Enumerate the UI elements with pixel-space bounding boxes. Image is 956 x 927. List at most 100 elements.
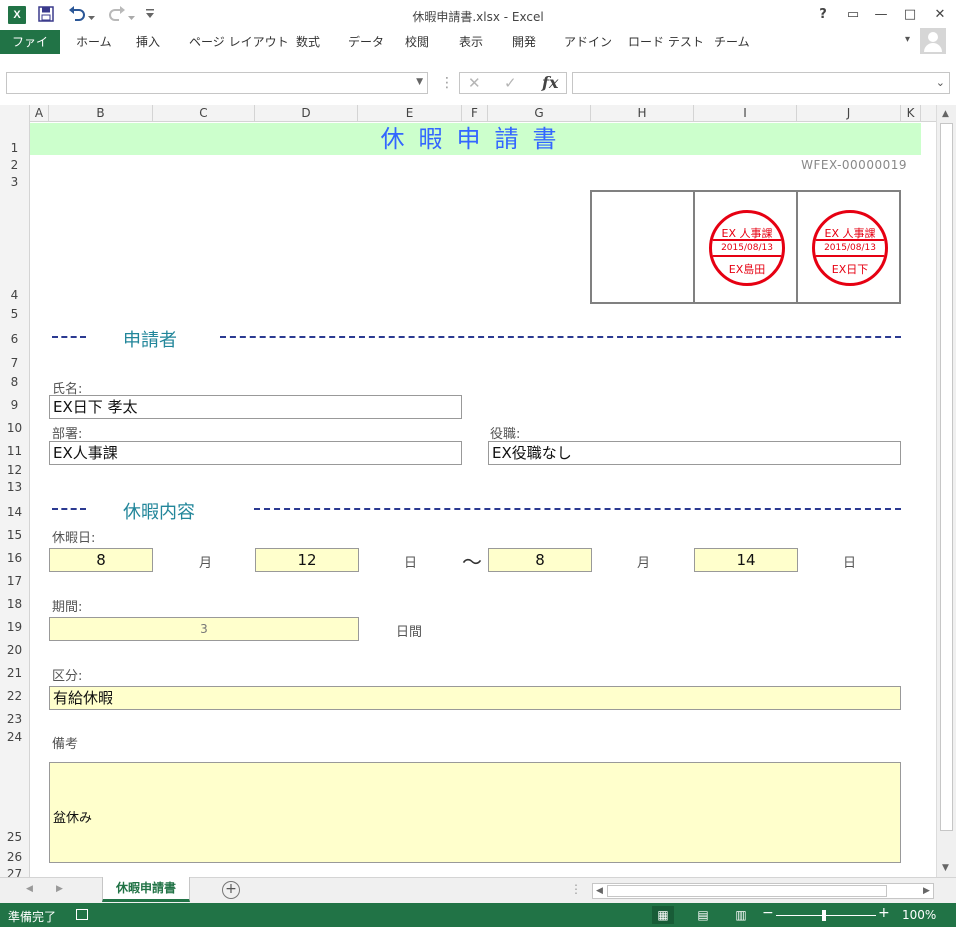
section-heading-applicant[interactable]: 申請者 (123, 326, 177, 351)
approval-box-empty[interactable] (592, 192, 695, 302)
column-header-g[interactable]: G (488, 105, 591, 122)
row-header[interactable]: 9 (0, 398, 29, 412)
maximize-button[interactable]: □ (898, 4, 922, 26)
redo-dropdown-icon[interactable] (128, 10, 135, 24)
row-header[interactable]: 12 (0, 463, 29, 477)
tab-file[interactable]: ファイル (0, 30, 60, 73)
normal-view-icon[interactable]: ▦ (652, 906, 674, 924)
column-header-c[interactable]: C (153, 105, 255, 122)
row-header[interactable]: 16 (0, 551, 29, 565)
row-header[interactable]: 23 (0, 712, 29, 726)
row-header[interactable]: 6 (0, 332, 29, 346)
column-header-k[interactable]: K (901, 105, 921, 122)
next-sheet-icon[interactable]: ▶ (56, 884, 63, 894)
save-icon[interactable] (38, 6, 54, 25)
formula-bar-splitter-icon[interactable]: ⋮ (440, 75, 454, 91)
row-header[interactable]: 26 (0, 850, 29, 864)
column-header-j[interactable]: J (797, 105, 901, 122)
excel-logo-icon[interactable]: X (8, 6, 26, 24)
start-day-field[interactable]: 12 (255, 548, 359, 572)
category-field[interactable]: 有給休暇 (49, 686, 901, 710)
row-header[interactable]: 11 (0, 444, 29, 458)
approval-box[interactable]: EX 人事課 2015/08/13 EX日下 (798, 192, 899, 302)
row-header[interactable]: 2 (0, 158, 29, 172)
row-header[interactable]: 13 (0, 480, 29, 494)
scroll-down-icon[interactable]: ▼ (942, 863, 949, 873)
redo-icon[interactable] (108, 6, 126, 25)
zoom-out-button[interactable]: − (762, 905, 774, 921)
tab-developer[interactable]: 開発 (512, 30, 536, 54)
vertical-scroll-thumb[interactable] (940, 123, 953, 831)
row-header[interactable]: 15 (0, 528, 29, 542)
row-header[interactable]: 27 (0, 867, 29, 877)
row-header[interactable]: 22 (0, 689, 29, 703)
macro-record-icon[interactable] (76, 909, 88, 920)
add-sheet-icon[interactable]: + (222, 881, 240, 899)
tab-review[interactable]: 校閲 (405, 30, 429, 54)
sheet-tab-active[interactable]: 休暇申請書 (102, 877, 190, 902)
ribbon-collapse-icon[interactable]: ▾ (905, 34, 910, 45)
tab-team[interactable]: チーム (714, 30, 750, 54)
expand-formula-bar-icon[interactable]: ⌄ (936, 76, 945, 89)
zoom-slider-thumb[interactable] (822, 910, 826, 921)
scroll-right-icon[interactable]: ▶ (923, 886, 930, 896)
undo-icon[interactable] (68, 6, 86, 25)
row-header[interactable]: 10 (0, 421, 29, 435)
row-header[interactable]: 24 (0, 730, 29, 744)
row-header[interactable]: 7 (0, 356, 29, 370)
end-month-field[interactable]: 8 (488, 548, 592, 572)
zoom-in-button[interactable]: + (878, 905, 890, 921)
row-header[interactable]: 4 (0, 288, 29, 302)
tab-splitter-icon[interactable]: ⋮ (570, 882, 582, 896)
column-header-e[interactable]: E (358, 105, 462, 122)
start-month-field[interactable]: 8 (49, 548, 153, 572)
column-header-f[interactable]: F (462, 105, 488, 122)
row-header[interactable]: 8 (0, 375, 29, 389)
tab-data[interactable]: データ (348, 30, 384, 54)
section-heading-leave[interactable]: 休暇内容 (123, 498, 195, 523)
column-header-h[interactable]: H (591, 105, 694, 122)
column-header-b[interactable]: B (49, 105, 153, 122)
position-field[interactable]: EX役職なし (488, 441, 901, 465)
row-header[interactable]: 20 (0, 643, 29, 657)
tab-load-test[interactable]: ロード テスト (628, 30, 704, 54)
approval-box[interactable]: EX 人事課 2015/08/13 EX島田 (695, 192, 798, 302)
close-button[interactable]: ✕ (928, 4, 952, 26)
page-break-preview-icon[interactable]: ▥ (730, 906, 752, 924)
column-header-a[interactable]: A (30, 105, 49, 122)
zoom-level[interactable]: 100% (902, 908, 936, 922)
vertical-scrollbar[interactable]: ▲ ▼ (936, 105, 956, 877)
undo-dropdown-icon[interactable] (88, 10, 95, 24)
end-day-field[interactable]: 14 (694, 548, 798, 572)
period-field[interactable]: 3 (49, 617, 359, 641)
row-header[interactable]: 17 (0, 574, 29, 588)
horizontal-scrollbar[interactable]: ◀ ▶ (592, 883, 934, 899)
select-all-corner[interactable] (0, 105, 30, 122)
name-box-dropdown-icon[interactable]: ▼ (416, 77, 423, 87)
previous-sheet-icon[interactable]: ◀ (26, 884, 33, 894)
scroll-left-icon[interactable]: ◀ (596, 886, 603, 896)
row-header[interactable]: 18 (0, 597, 29, 611)
row-header[interactable]: 3 (0, 175, 29, 189)
ribbon-display-options-button[interactable]: ▭ (841, 4, 865, 26)
column-header-i[interactable]: I (694, 105, 797, 122)
row-header[interactable]: 5 (0, 307, 29, 321)
remarks-field[interactable]: 盆休み (49, 762, 901, 863)
form-title[interactable]: 休暇申請書 (30, 123, 921, 155)
insert-function-icon[interactable]: fx (542, 73, 558, 93)
tab-formulas[interactable]: 数式 (296, 30, 320, 54)
tab-insert[interactable]: 挿入 (136, 30, 160, 54)
minimize-button[interactable]: — (869, 4, 893, 26)
name-box[interactable]: ▼ (6, 72, 428, 94)
column-header-d[interactable]: D (255, 105, 358, 122)
horizontal-scroll-thumb[interactable] (607, 885, 887, 897)
row-header[interactable]: 25 (0, 830, 29, 844)
row-header[interactable]: 21 (0, 666, 29, 680)
tab-page-layout[interactable]: ページ レイアウト (189, 30, 289, 54)
customize-qat-icon[interactable] (146, 8, 154, 22)
name-field[interactable]: EX日下 孝太 (49, 395, 462, 419)
tab-addins[interactable]: アドイン (564, 30, 612, 54)
cancel-icon[interactable]: ✕ (468, 73, 481, 93)
department-field[interactable]: EX人事課 (49, 441, 462, 465)
row-header[interactable]: 14 (0, 505, 29, 519)
